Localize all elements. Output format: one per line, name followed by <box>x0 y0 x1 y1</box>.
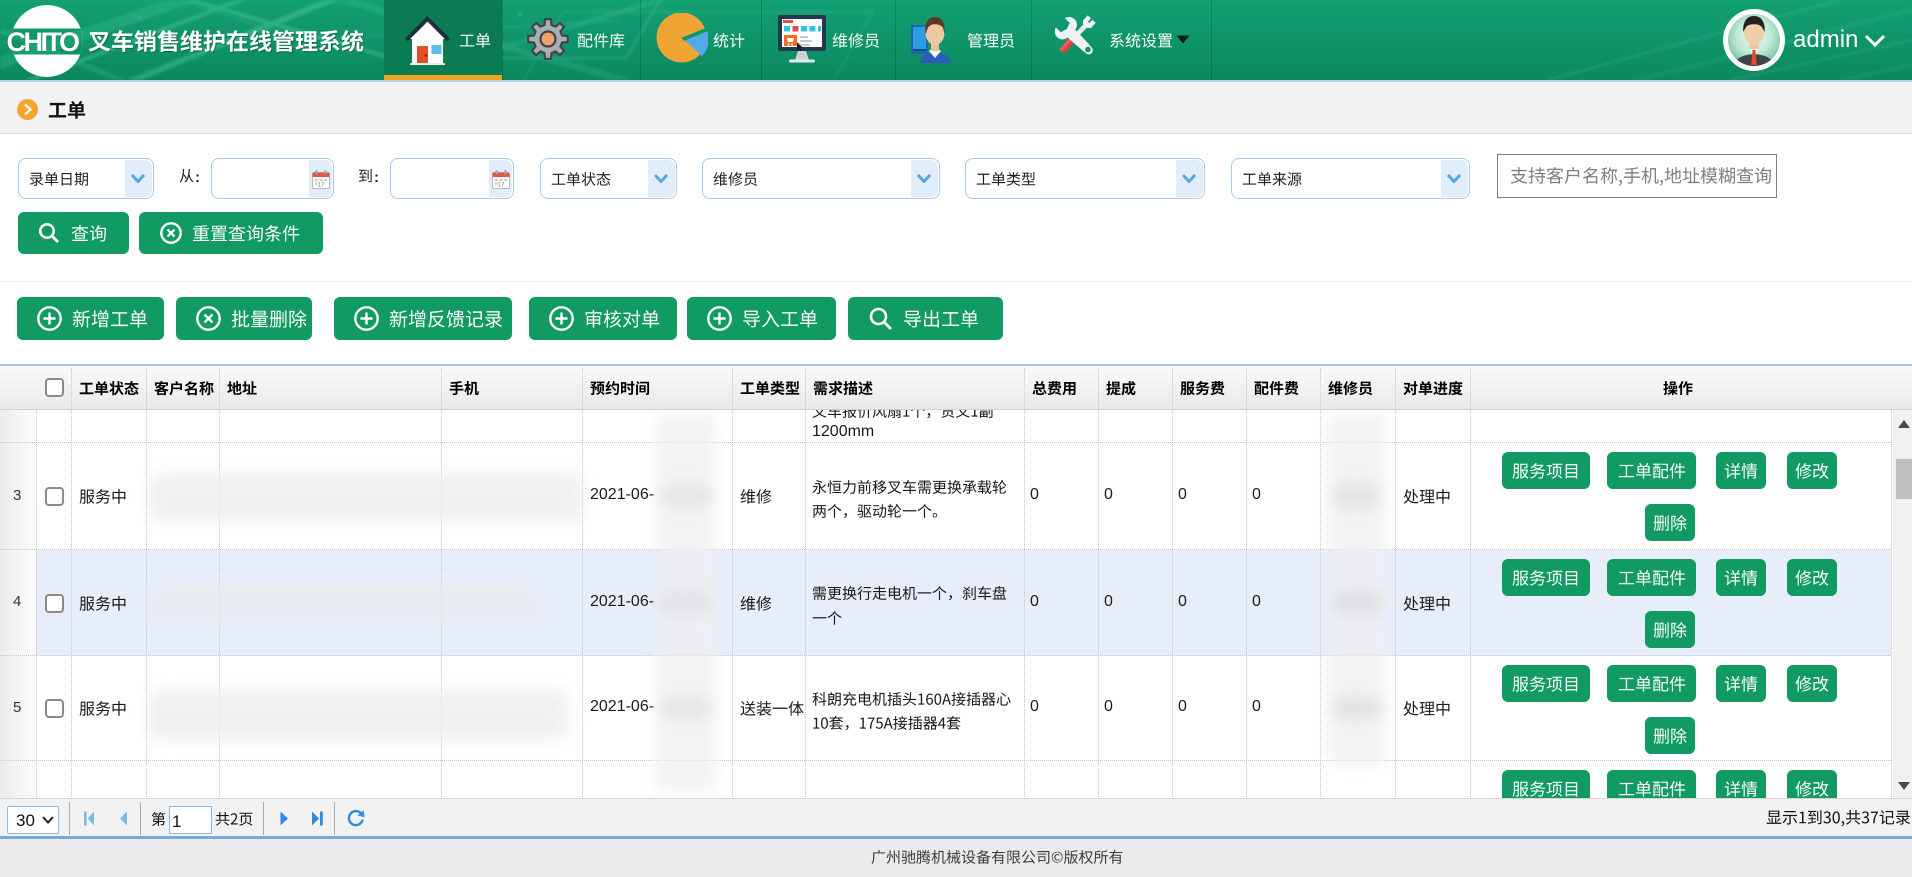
svg-text:CHITO: CHITO <box>6 27 79 57</box>
svg-text:17: 17 <box>497 182 505 189</box>
svg-text:17: 17 <box>317 182 325 189</box>
